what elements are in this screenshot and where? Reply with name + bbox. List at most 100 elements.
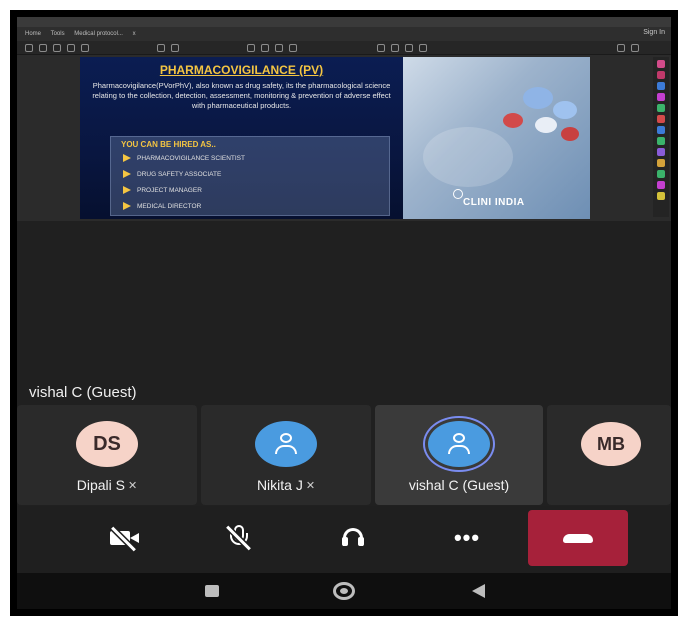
shared-screen: Home Tools Medical protocol... x Sign In: [17, 17, 671, 221]
more-icon: •••: [453, 525, 481, 550]
fit-icon: [377, 44, 385, 52]
participant-name-text: Dipali S: [76, 477, 126, 493]
menu-document-tab: Medical protocol...: [74, 31, 123, 37]
hang-up-icon: [563, 533, 593, 543]
tool-icon: [657, 126, 665, 134]
person-icon: [274, 432, 298, 456]
next-page-icon: [171, 44, 179, 52]
tool-icon: [657, 93, 665, 101]
roles-heading: YOU CAN BE HIRED AS..: [121, 140, 216, 149]
pill-shape: [503, 113, 523, 128]
slide-image: CLINI INDIA: [403, 57, 590, 219]
tool-icon: [657, 137, 665, 145]
phone-screen: Home Tools Medical protocol... x Sign In: [17, 17, 671, 609]
mic-toggle-button[interactable]: [215, 516, 263, 560]
mic-off-icon: ✕: [305, 480, 316, 492]
role-label: PHARMACOVIGILANCE SCIENTIST: [137, 155, 245, 162]
more-options-button[interactable]: •••: [443, 516, 491, 560]
arrow-icon: [123, 202, 131, 211]
sign-icon: [419, 44, 427, 52]
back-icon: [471, 584, 485, 598]
cursor-icon: [247, 44, 255, 52]
audio-device-button[interactable]: [329, 516, 377, 560]
zoom-out-icon: [275, 44, 283, 52]
recents-icon: [205, 585, 219, 597]
tool-icon: [657, 159, 665, 167]
tool-icon: [657, 181, 665, 189]
home-button[interactable]: [329, 581, 359, 601]
app-titlebar: [17, 17, 671, 27]
menu-home: Home: [25, 31, 42, 37]
pill-shape: [561, 127, 579, 141]
upload-icon: [53, 44, 61, 52]
role-item: MEDICAL DIRECTOR: [123, 202, 201, 212]
tool-icon: [657, 60, 665, 68]
participant-tile-active[interactable]: vishal C (Guest): [375, 405, 543, 505]
hang-up-button[interactable]: [528, 510, 628, 566]
headset-icon: [342, 527, 364, 549]
slide-text-panel: PHARMACOVIGILANCE (PV) Pharmacovigilance…: [80, 57, 403, 219]
tool-icon: [657, 170, 665, 178]
role-item: PHARMACOVIGILANCE SCIENTIST: [123, 154, 245, 164]
menu-tools: Tools: [50, 31, 65, 37]
call-controls: •••: [17, 506, 671, 573]
app-menubar: Home Tools Medical protocol... x: [17, 27, 671, 41]
participant-tile[interactable]: Nikita J ✕: [201, 405, 371, 505]
mic-off-icon: ✕: [128, 480, 138, 492]
share-icon: [617, 44, 625, 52]
role-label: DRUG SAFETY ASSOCIATE: [137, 171, 222, 178]
brand-name: CLINI INDIA: [463, 197, 525, 208]
star-icon: [39, 44, 47, 52]
slide-body: Pharmacovigilance(PVorPhV), also known a…: [92, 81, 391, 110]
pill-shape: [523, 87, 553, 109]
camera-toggle-button[interactable]: [101, 516, 149, 560]
tool-icon: [657, 71, 665, 79]
brand-logo-icon: [453, 189, 463, 199]
person-icon: [447, 432, 471, 456]
arrow-icon: [123, 170, 131, 179]
tool-icon: [657, 104, 665, 112]
slide-title: PHARMACOVIGILANCE (PV): [159, 63, 324, 77]
role-label: MEDICAL DIRECTOR: [137, 203, 202, 210]
menu-close: x: [132, 31, 136, 37]
sign-in-link: Sign In: [643, 29, 665, 36]
hand-icon: [261, 44, 269, 52]
mail-icon: [631, 44, 639, 52]
participant-tile[interactable]: MB: [547, 405, 671, 505]
presentation-slide: PHARMACOVIGILANCE (PV) Pharmacovigilance…: [80, 57, 590, 219]
tool-icon: [657, 148, 665, 156]
avatar: [255, 421, 317, 467]
home-icon: [25, 44, 33, 52]
avatar: MB: [581, 422, 641, 466]
role-item: DRUG SAFETY ASSOCIATE: [123, 170, 221, 180]
participant-tile[interactable]: DS Dipali S ✕: [17, 405, 197, 505]
pill-shape: [535, 117, 557, 133]
active-speaker-label: vishal C (Guest): [29, 384, 137, 401]
home-circle-icon: [333, 582, 355, 600]
system-nav-bar: [17, 573, 671, 609]
participant-name-text: Nikita J: [256, 477, 303, 493]
arrow-icon: [123, 186, 131, 195]
screenshot-frame: Home Tools Medical protocol... x Sign In: [10, 10, 678, 616]
tool-icon: [657, 192, 665, 200]
participant-name: Dipali S ✕: [17, 477, 197, 493]
participant-strip[interactable]: DS Dipali S ✕ Nikita J ✕ vishal C (Guest) …: [17, 405, 671, 505]
avatar: DS: [76, 421, 138, 467]
camera-off-icon: [110, 526, 140, 552]
prev-page-icon: [157, 44, 165, 52]
back-button[interactable]: [463, 581, 493, 601]
tool-icon: [657, 115, 665, 123]
avatar: [428, 421, 490, 467]
arrow-icon: [123, 154, 131, 163]
comment-icon: [391, 44, 399, 52]
role-item: PROJECT MANAGER: [123, 186, 202, 196]
tool-icon: [657, 82, 665, 90]
side-tool-panel: [653, 57, 669, 217]
pen-icon: [405, 44, 413, 52]
app-toolbar: [17, 41, 671, 55]
mic-off-icon: [226, 525, 251, 551]
recents-button[interactable]: [197, 581, 227, 601]
pill-shape: [553, 101, 577, 119]
paper-shape: [423, 127, 513, 187]
participant-name: vishal C (Guest): [408, 477, 510, 493]
